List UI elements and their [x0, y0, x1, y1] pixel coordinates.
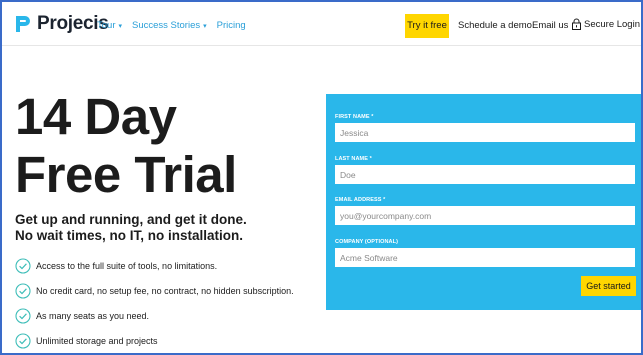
nav-success-stories[interactable]: Success Stories ▾ [132, 20, 207, 31]
site-header: Projecis Tour ▾ Success Stories ▾ Pricing … [2, 2, 641, 46]
first-name-field[interactable] [335, 123, 635, 142]
feature-item: No credit card, no setup fee, no contrac… [15, 278, 294, 303]
nav-pricing[interactable]: Pricing [217, 20, 246, 31]
secure-login-link[interactable]: Secure Login [572, 18, 640, 30]
schedule-demo-link[interactable]: Schedule a demo [458, 20, 532, 31]
company-field[interactable] [335, 248, 635, 267]
check-circle-icon [15, 257, 31, 274]
email-us-link[interactable]: Email us [532, 20, 568, 31]
check-circle-icon [15, 282, 31, 299]
check-circle-icon [15, 307, 31, 324]
last-name-field[interactable] [335, 165, 635, 184]
projecis-logo-icon [16, 16, 30, 32]
feature-item: Access to the full suite of tools, no li… [15, 253, 294, 278]
first-name-label: FIRST NAME * [335, 114, 374, 120]
check-circle-icon [15, 332, 31, 349]
feature-list: Access to the full suite of tools, no li… [15, 253, 294, 353]
get-started-button[interactable]: Get started [581, 276, 636, 296]
chevron-down-icon: ▾ [118, 22, 122, 30]
hero-subtitle: Get up and running, and get it done. No … [15, 212, 247, 243]
email-field[interactable] [335, 206, 635, 225]
company-label: COMPANY (OPTIONAL) [335, 239, 399, 245]
main-nav: Tour ▾ Success Stories ▾ Pricing [97, 20, 256, 31]
try-it-free-button[interactable]: Try it free [405, 14, 449, 38]
chevron-down-icon: ▾ [203, 22, 207, 30]
nav-tour[interactable]: Tour ▾ [97, 20, 122, 31]
lock-icon [572, 18, 581, 30]
email-label: EMAIL ADDRESS * [335, 197, 386, 203]
signup-form: FIRST NAME * LAST NAME * EMAIL ADDRESS *… [326, 94, 641, 310]
feature-item: As many seats as you need. [15, 303, 294, 328]
feature-item: Unlimited storage and projects [15, 328, 294, 353]
last-name-label: LAST NAME * [335, 156, 372, 162]
hero-title: 14 Day Free Trial [15, 88, 237, 203]
logo[interactable]: Projecis [14, 13, 109, 35]
